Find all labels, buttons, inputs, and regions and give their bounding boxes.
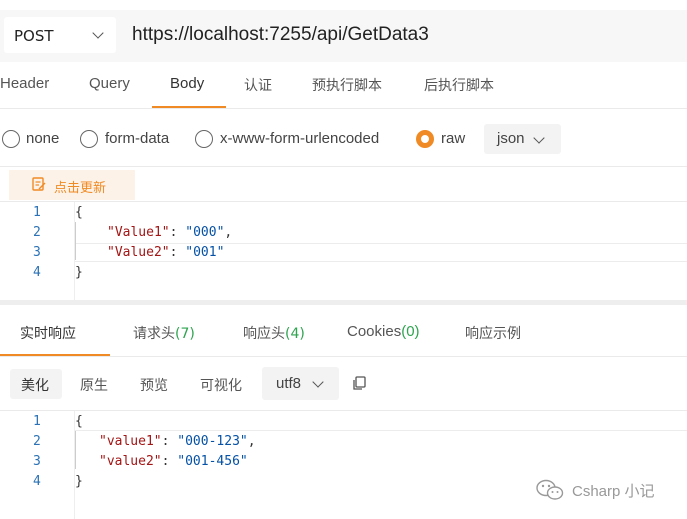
line-number: 3: [33, 454, 41, 469]
tab-cookies[interactable]: Cookies(0): [347, 323, 420, 340]
tab-label: 请求头: [133, 326, 175, 342]
tab-auth[interactable]: 认证: [244, 75, 272, 95]
view-preview[interactable]: 预览: [140, 375, 168, 395]
tab-body[interactable]: Body: [170, 75, 204, 92]
encoding-label: utf8: [276, 375, 302, 392]
url-input[interactable]: https://localhost:7255/api/GetData3: [132, 24, 429, 46]
code-line: "Value1": "000",: [75, 225, 232, 245]
tab-query[interactable]: Query: [89, 75, 130, 92]
code-line: "Value2": "001": [75, 245, 232, 265]
watermark-text: Csharp 小记: [572, 483, 655, 500]
tab-pre-script[interactable]: 预执行脚本: [312, 75, 382, 95]
tab-label: Cookies: [347, 323, 402, 340]
code-line: "value1": "000-123",: [75, 434, 256, 454]
view-raw[interactable]: 原生: [80, 375, 108, 395]
json-key: "value1": [99, 434, 162, 449]
json-value: "000-123": [177, 434, 248, 449]
code-line: {: [75, 414, 256, 434]
json-comma: ,: [224, 225, 233, 240]
line-number: 1: [33, 414, 41, 429]
radio-raw-label: raw: [441, 130, 466, 147]
json-value: "000": [185, 225, 225, 240]
json-colon: :: [169, 245, 186, 260]
line-number: 3: [33, 245, 41, 260]
code-line: }: [75, 265, 232, 285]
divider: [0, 108, 687, 109]
wechat-icon: [536, 479, 564, 500]
line-number: 2: [33, 434, 41, 449]
tab-response-example[interactable]: 响应示例: [465, 323, 521, 343]
code-line: }: [75, 474, 256, 494]
radio-urlencoded-label: x-www-form-urlencoded: [220, 130, 380, 147]
panel-splitter[interactable]: [0, 300, 687, 305]
url-bar-top-strip: [0, 0, 687, 10]
tab-request-headers[interactable]: 请求头(7): [133, 323, 195, 343]
count-badge: (4): [285, 326, 305, 342]
json-value: "001": [185, 245, 225, 260]
json-value: "001-456": [177, 454, 248, 469]
tab-header[interactable]: Header: [0, 75, 49, 92]
json-key: "Value1": [107, 225, 170, 240]
brace: }: [75, 474, 83, 489]
json-colon: :: [169, 225, 186, 240]
refresh-label: 点击更新: [54, 181, 107, 196]
divider: [0, 410, 687, 411]
json-key: "Value2": [107, 245, 170, 260]
radio-none-label: none: [26, 130, 60, 147]
radio-form-data-label: form-data: [105, 130, 170, 147]
json-comma: ,: [247, 434, 256, 449]
line-number: 4: [33, 265, 41, 280]
tab-post-script[interactable]: 后执行脚本: [424, 75, 494, 95]
response-body-viewer: { "value1": "000-123", "value2": "001-45…: [75, 414, 256, 494]
radio-none[interactable]: [2, 130, 20, 148]
divider: [0, 356, 687, 357]
tab-realtime-response[interactable]: 实时响应: [20, 323, 76, 343]
brace: {: [75, 205, 83, 220]
radio-urlencoded[interactable]: [195, 130, 213, 148]
radio-raw[interactable]: [416, 130, 434, 148]
view-visualize[interactable]: 可视化: [200, 375, 242, 395]
method-label: POST: [14, 27, 54, 45]
copy-icon[interactable]: [352, 376, 366, 391]
brace: {: [75, 414, 83, 429]
radio-form-data[interactable]: [80, 130, 98, 148]
count-badge: (7): [175, 326, 195, 342]
code-line: "value2": "001-456": [75, 454, 256, 474]
tab-response-headers[interactable]: 响应头(4): [243, 323, 305, 343]
tab-label: 响应头: [243, 326, 285, 342]
code-line: {: [75, 205, 232, 225]
count-badge: (0): [401, 323, 420, 340]
brace: }: [75, 265, 83, 280]
request-body-editor[interactable]: { "Value1": "000", "Value2": "001" }: [75, 205, 232, 285]
json-key: "value2": [99, 454, 162, 469]
divider: [0, 201, 687, 202]
json-colon: :: [161, 454, 178, 469]
view-pretty[interactable]: 美化: [21, 375, 49, 395]
divider: [0, 166, 687, 167]
document-edit-icon: [32, 177, 46, 191]
line-number: 4: [33, 474, 41, 489]
line-number: 1: [33, 205, 41, 220]
json-colon: :: [161, 434, 178, 449]
format-label: json: [497, 130, 525, 147]
line-number: 2: [33, 225, 41, 240]
